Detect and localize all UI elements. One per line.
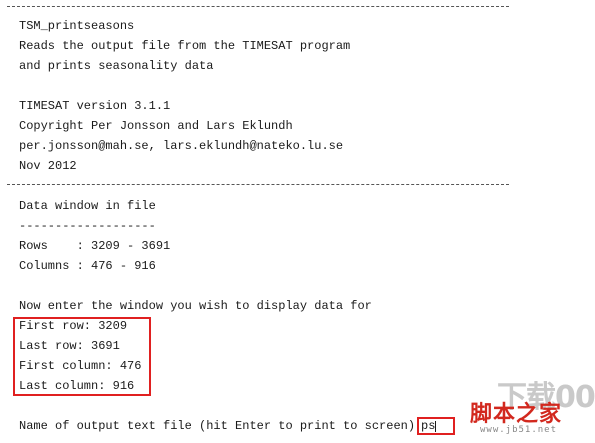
watermark-url: www.jb51.net [480, 425, 558, 435]
rows-range: Rows : 3209 - 3691 [19, 239, 171, 253]
date-line: Nov 2012 [19, 159, 77, 173]
description-line-1: Reads the output file from the TIMESAT p… [19, 39, 351, 53]
output-file-input[interactable] [417, 417, 455, 435]
console-window: TSM_printseasons Reads the output file f… [0, 0, 595, 443]
last-row-entry: Last row: 3691 [19, 339, 120, 353]
first-row-entry: First row: 3209 [19, 319, 128, 333]
middle-dashed-divider [7, 184, 509, 185]
copyright-line: Copyright Per Jonsson and Lars Eklundh [19, 119, 293, 133]
emails-line: per.jonsson@mah.se, lars.eklundh@nateko.… [19, 139, 344, 153]
last-column-entry: Last column: 916 [19, 379, 135, 393]
data-window-underline: ------------------- [19, 219, 156, 233]
description-line-2: and prints seasonality data [19, 59, 214, 73]
window-prompt-intro: Now enter the window you wish to display… [19, 299, 372, 313]
watermark-site-name: 脚本之家 [470, 402, 563, 427]
data-window-title: Data window in file [19, 199, 156, 213]
top-dashed-divider [7, 6, 509, 7]
program-name: TSM_printseasons [19, 19, 135, 33]
first-column-entry: First column: 476 [19, 359, 142, 373]
output-file-prompt: Name of output text file (hit Enter to p… [19, 419, 423, 433]
version-line: TIMESAT version 3.1.1 [19, 99, 171, 113]
columns-range: Columns : 476 - 916 [19, 259, 156, 273]
text-cursor [435, 421, 436, 432]
